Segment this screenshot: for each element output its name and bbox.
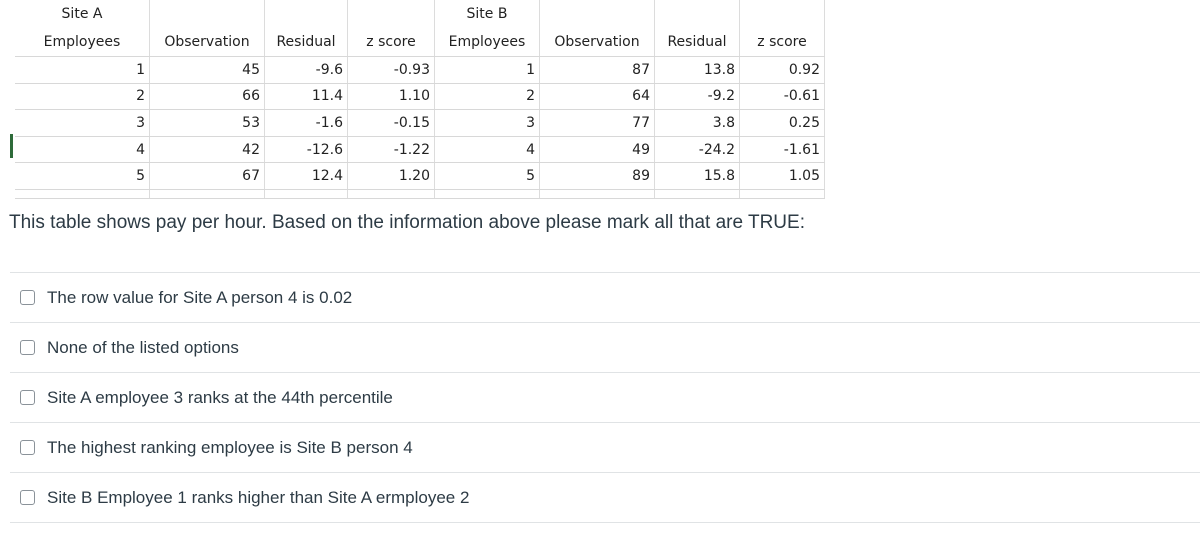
- table-cell[interactable]: 12.4: [265, 163, 348, 189]
- answer-option[interactable]: Site B Employee 1 ranks higher than Site…: [10, 472, 1200, 522]
- table-row: 5 67 12.4 1.20 5 89 15.8 1.05: [15, 163, 825, 190]
- answer-option[interactable]: The row value for Site A person 4 is 0.0…: [10, 272, 1200, 322]
- table-cell[interactable]: 77: [540, 110, 655, 136]
- column-header: z score: [348, 28, 435, 56]
- table-cell[interactable]: -9.6: [265, 57, 348, 83]
- option-label: The row value for Site A person 4 is 0.0…: [47, 287, 353, 307]
- table-cell[interactable]: 87: [540, 57, 655, 83]
- table-cell[interactable]: -24.2: [655, 136, 740, 163]
- checkbox[interactable]: [20, 290, 35, 305]
- table-cell[interactable]: -0.15: [348, 110, 435, 136]
- table-cell[interactable]: -0.61: [740, 83, 825, 110]
- checkbox[interactable]: [20, 490, 35, 505]
- option-label: The highest ranking employee is Site B p…: [47, 437, 413, 457]
- table-cell[interactable]: -0.93: [348, 57, 435, 83]
- table-cell[interactable]: 67: [150, 163, 265, 189]
- table-cell[interactable]: 1.05: [740, 163, 825, 189]
- table-cell[interactable]: 66: [150, 83, 265, 110]
- answer-option[interactable]: Site A employee 3 ranks at the 44th perc…: [10, 372, 1200, 422]
- column-header: Observation: [150, 28, 265, 56]
- table-cell[interactable]: -1.6: [265, 110, 348, 136]
- table-row: 1 45 -9.6 -0.93 1 87 13.8 0.92: [15, 57, 825, 84]
- site-header-row: Site A Site B: [15, 0, 825, 28]
- checkbox[interactable]: [20, 390, 35, 405]
- answer-options: The row value for Site A person 4 is 0.0…: [10, 272, 1200, 523]
- table-cell[interactable]: 4: [15, 136, 150, 163]
- table-cell[interactable]: 5: [15, 163, 150, 189]
- column-header: z score: [740, 28, 825, 56]
- answer-option[interactable]: The highest ranking employee is Site B p…: [10, 422, 1200, 472]
- table-row: 4 42 -12.6 -1.22 4 49 -24.2 -1.61: [15, 136, 825, 164]
- table-cell[interactable]: 89: [540, 163, 655, 189]
- table-cell[interactable]: 53: [150, 110, 265, 136]
- table-cell[interactable]: -1.22: [348, 136, 435, 163]
- column-header: Employees: [435, 28, 540, 56]
- empty-row: [15, 189, 825, 199]
- table-cell[interactable]: 15.8: [655, 163, 740, 189]
- table-cell[interactable]: 3: [435, 110, 540, 136]
- table-cell[interactable]: 45: [150, 57, 265, 83]
- column-header: Residual: [655, 28, 740, 56]
- option-label: Site A employee 3 ranks at the 44th perc…: [47, 387, 393, 407]
- table-cell[interactable]: 11.4: [265, 83, 348, 110]
- table-cell[interactable]: 13.8: [655, 57, 740, 83]
- checkbox[interactable]: [20, 440, 35, 455]
- data-table: Site A Site B Employees Observation Residu…: [15, 0, 825, 199]
- column-header: Residual: [265, 28, 348, 56]
- option-label: Site B Employee 1 ranks higher than Site…: [47, 487, 470, 507]
- table-cell[interactable]: 42: [150, 136, 265, 163]
- table-cell[interactable]: 0.25: [740, 110, 825, 136]
- table-cell[interactable]: 3: [15, 110, 150, 136]
- checkbox[interactable]: [20, 340, 35, 355]
- site-b-label: Site B: [435, 0, 540, 28]
- table-cell[interactable]: -1.61: [740, 136, 825, 163]
- active-row-marker: [10, 134, 13, 158]
- table-row: 2 66 11.4 1.10 2 64 -9.2 -0.61: [15, 83, 825, 111]
- question-text: This table shows pay per hour. Based on …: [9, 212, 805, 233]
- table-cell[interactable]: 1: [15, 57, 150, 83]
- table-cell[interactable]: 64: [540, 83, 655, 110]
- table-cell[interactable]: 0.92: [740, 57, 825, 83]
- table-cell[interactable]: 2: [435, 83, 540, 110]
- column-header: Observation: [540, 28, 655, 56]
- option-label: None of the listed options: [47, 337, 239, 357]
- table-cell[interactable]: 1.20: [348, 163, 435, 189]
- column-header-row: Employees Observation Residual z score Emplo…: [15, 28, 825, 57]
- table-cell[interactable]: 2: [15, 83, 150, 110]
- table-cell[interactable]: 1: [435, 57, 540, 83]
- table-cell[interactable]: 4: [435, 136, 540, 163]
- table-row: 3 53 -1.6 -0.15 3 77 3.8 0.25: [15, 110, 825, 137]
- table-cell[interactable]: 1.10: [348, 83, 435, 110]
- answer-option[interactable]: None of the listed options: [10, 322, 1200, 372]
- column-header: Employees: [15, 28, 150, 56]
- table-cell[interactable]: -12.6: [265, 136, 348, 163]
- table-cell[interactable]: 5: [435, 163, 540, 189]
- table-cell[interactable]: -9.2: [655, 83, 740, 110]
- site-a-label: Site A: [15, 0, 150, 28]
- table-cell[interactable]: 3.8: [655, 110, 740, 136]
- table-cell[interactable]: 49: [540, 136, 655, 163]
